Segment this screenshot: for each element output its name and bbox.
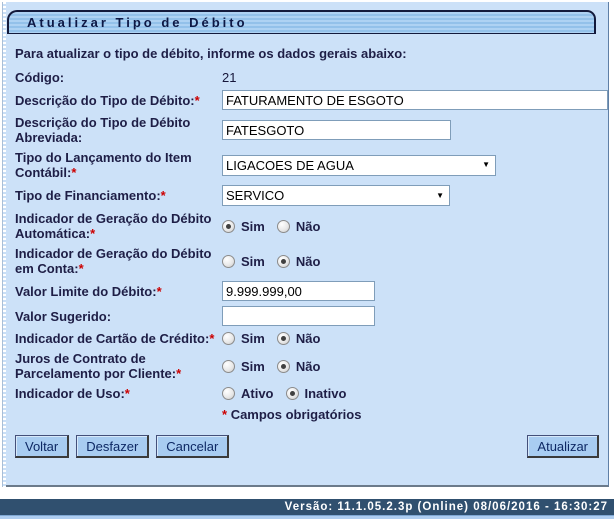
radio-geracao-conta-sim[interactable] <box>222 255 235 268</box>
required-asterisk: * <box>195 93 200 108</box>
tipo-lancamento-selected-value: LIGACOES DE AGUA <box>226 158 354 173</box>
cartao-credito-radio-group: Sim Não <box>222 331 608 346</box>
page-title: Atualizar Tipo de Débito <box>7 10 596 34</box>
desfazer-button[interactable]: Desfazer <box>76 435 149 458</box>
row-juros-parcelamento: Juros de Contrato de Parcelamento por Cl… <box>15 351 608 381</box>
required-asterisk: * <box>125 386 130 401</box>
codigo-value: 21 <box>222 70 608 85</box>
row-indicador-uso: Indicador de Uso:* Ativo Inativo <box>15 386 608 401</box>
dropdown-arrow-icon: ▼ <box>482 161 490 169</box>
radio-juros-nao[interactable] <box>277 360 290 373</box>
tipo-financiamento-selected-value: SERVICO <box>226 188 284 203</box>
required-fields-note: * Campos obrigatórios <box>222 407 608 422</box>
required-asterisk: * <box>90 226 95 241</box>
form-content: Para atualizar o tipo de débito, informe… <box>6 34 608 458</box>
radio-label-ativo: Ativo <box>241 386 274 401</box>
radio-label-sim: Sim <box>241 359 265 374</box>
field-label-geracao-conta: Indicador de Geração do Débito em Conta:… <box>15 246 222 276</box>
radio-geracao-conta-nao[interactable] <box>277 255 290 268</box>
geracao-automatica-radio-group: Sim Não <box>222 219 608 234</box>
field-label-descricao: Descrição do Tipo de Débito:* <box>15 93 222 108</box>
atualizar-button[interactable]: Atualizar <box>527 435 599 458</box>
tipo-financiamento-select[interactable]: SERVICO ▼ <box>222 185 450 206</box>
radio-cartao-credito-sim[interactable] <box>222 332 235 345</box>
field-label-codigo: Código: <box>15 70 222 85</box>
required-asterisk: * <box>79 261 84 276</box>
radio-label-nao: Não <box>296 359 321 374</box>
row-valor-sugerido: Valor Sugerido: <box>15 306 608 326</box>
radio-label-nao: Não <box>296 219 321 234</box>
row-tipo-lancamento: Tipo do Lançamento do Item Contábil:* LI… <box>15 150 608 180</box>
bottom-strip-decoration <box>0 515 614 519</box>
row-geracao-conta: Indicador de Geração do Débito em Conta:… <box>15 246 608 276</box>
field-label-valor-sugerido: Valor Sugerido: <box>15 309 222 324</box>
radio-cartao-credito-nao[interactable] <box>277 332 290 345</box>
field-label-valor-limite: Valor Limite do Débito:* <box>15 284 222 299</box>
button-bar: Voltar Desfazer Cancelar Atualizar <box>15 435 608 458</box>
required-note-text: Campos obrigatórios <box>231 407 362 422</box>
radio-geracao-automatica-nao[interactable] <box>277 220 290 233</box>
radio-label-nao: Não <box>296 331 321 346</box>
field-label-juros-parcelamento: Juros de Contrato de Parcelamento por Cl… <box>15 351 222 381</box>
version-text: Versão: 11.1.05.2.3p (Online) 08/06/2016… <box>285 501 608 513</box>
radio-label-sim: Sim <box>241 254 265 269</box>
row-geracao-automatica: Indicador de Geração do Débito Automátic… <box>15 211 608 241</box>
radio-label-sim: Sim <box>241 219 265 234</box>
descricao-input[interactable] <box>222 90 608 110</box>
tipo-lancamento-select[interactable]: LIGACOES DE AGUA ▼ <box>222 155 496 176</box>
required-asterisk: * <box>157 284 162 299</box>
required-asterisk: * <box>222 407 227 422</box>
required-asterisk: * <box>209 331 214 346</box>
radio-label-inativo: Inativo <box>305 386 347 401</box>
cancelar-button[interactable]: Cancelar <box>156 435 229 458</box>
required-asterisk: * <box>176 366 181 381</box>
row-tipo-financiamento: Tipo de Financiamento:* SERVICO ▼ <box>15 185 608 206</box>
indicador-uso-radio-group: Ativo Inativo <box>222 386 608 401</box>
dropdown-arrow-icon: ▼ <box>436 192 444 200</box>
radio-geracao-automatica-sim[interactable] <box>222 220 235 233</box>
field-label-geracao-automatica: Indicador de Geração do Débito Automátic… <box>15 211 222 241</box>
field-label-tipo-lancamento: Tipo do Lançamento do Item Contábil:* <box>15 150 222 180</box>
juros-parcelamento-radio-group: Sim Não <box>222 359 608 374</box>
row-descricao-abreviada: Descrição do Tipo de Débito Abreviada: <box>15 115 608 145</box>
field-label-cartao-credito: Indicador de Cartão de Crédito:* <box>15 331 222 346</box>
footer-gap <box>0 487 614 499</box>
row-cartao-credito: Indicador de Cartão de Crédito:* Sim Não <box>15 331 608 346</box>
radio-label-sim: Sim <box>241 331 265 346</box>
field-label-descricao-abreviada: Descrição do Tipo de Débito Abreviada: <box>15 115 222 145</box>
required-asterisk: * <box>71 165 76 180</box>
radio-uso-ativo[interactable] <box>222 387 235 400</box>
required-asterisk: * <box>161 188 166 203</box>
geracao-conta-radio-group: Sim Não <box>222 254 608 269</box>
descricao-abreviada-input[interactable] <box>222 120 451 140</box>
voltar-button[interactable]: Voltar <box>15 435 69 458</box>
radio-label-nao: Não <box>296 254 321 269</box>
intro-text: Para atualizar o tipo de débito, informe… <box>15 46 608 61</box>
field-label-indicador-uso: Indicador de Uso:* <box>15 386 222 401</box>
row-codigo: Código: 21 <box>15 70 608 85</box>
valor-limite-input[interactable] <box>222 281 375 301</box>
row-valor-limite: Valor Limite do Débito:* <box>15 281 608 301</box>
field-label-tipo-financiamento: Tipo de Financiamento:* <box>15 188 222 203</box>
radio-juros-sim[interactable] <box>222 360 235 373</box>
window: Atualizar Tipo de Débito Para atualizar … <box>0 2 609 487</box>
radio-uso-inativo[interactable] <box>286 387 299 400</box>
valor-sugerido-input[interactable] <box>222 306 375 326</box>
row-descricao: Descrição do Tipo de Débito:* <box>15 90 608 110</box>
form-panel: Atualizar Tipo de Débito Para atualizar … <box>6 2 609 487</box>
version-status-bar: Versão: 11.1.05.2.3p (Online) 08/06/2016… <box>0 499 614 515</box>
